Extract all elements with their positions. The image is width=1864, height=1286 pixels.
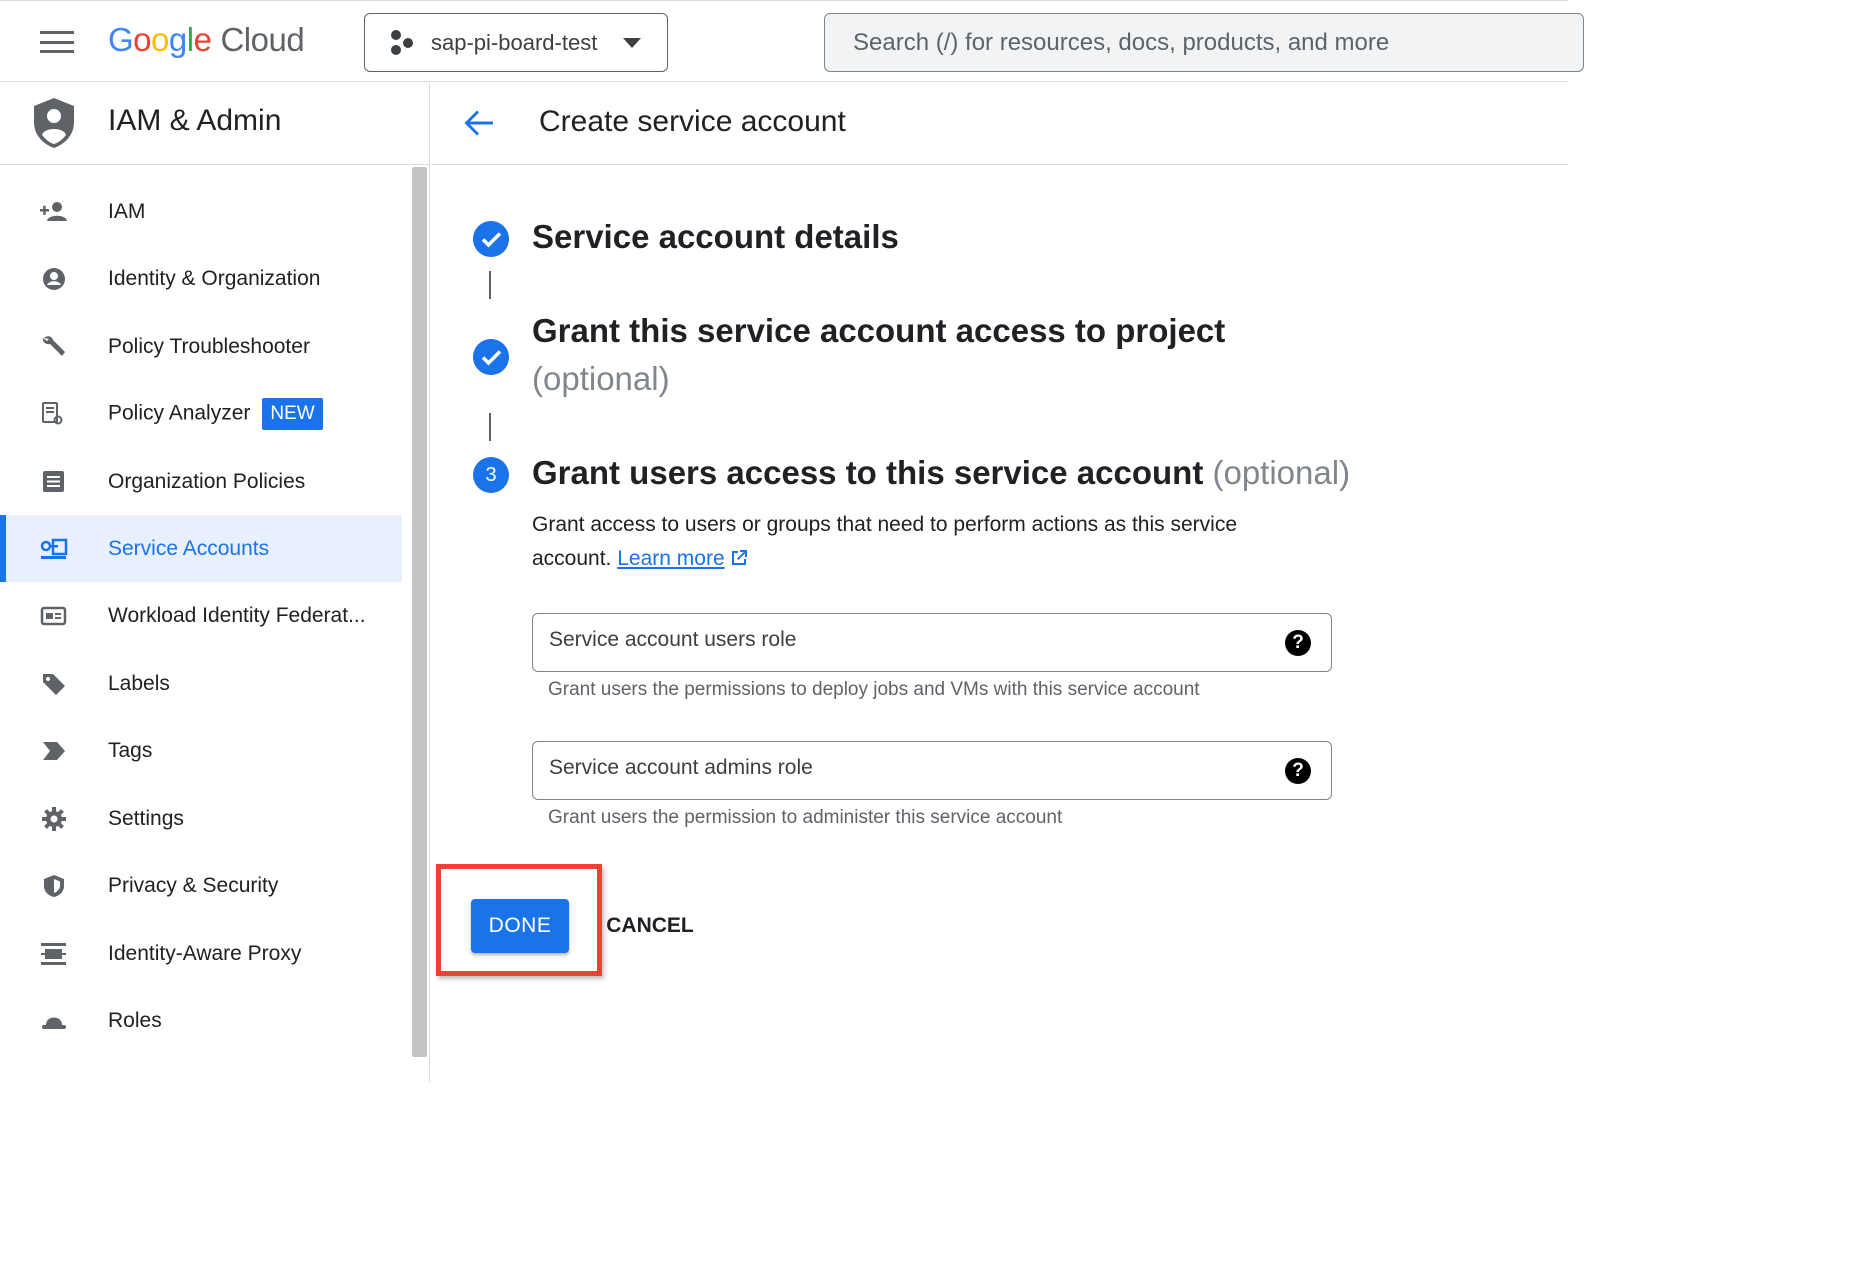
step-3-title-row: Grant users access to this service accou… — [532, 454, 1350, 492]
sidebar-item-policy-troubleshooter[interactable]: Policy Troubleshooter — [0, 313, 402, 380]
id-card-icon — [40, 606, 67, 626]
cancel-button[interactable]: CANCEL — [602, 899, 698, 953]
external-link-icon[interactable] — [729, 548, 749, 568]
hat-icon — [42, 1017, 66, 1029]
sidebar-header: IAM & Admin — [0, 83, 430, 165]
sidebar-item-privacy-security[interactable]: Privacy & Security — [0, 852, 402, 919]
learn-more-link[interactable]: Learn more — [617, 547, 724, 570]
main-menu-icon[interactable] — [40, 31, 74, 53]
main-header: Create service account — [431, 83, 1568, 165]
sidebar-scrollbar[interactable] — [412, 167, 427, 1057]
sidebar-nav: IAM Identity & Organization Policy Troub… — [0, 165, 430, 1082]
sidebar-item-tags[interactable]: Tags — [0, 717, 402, 784]
gear-icon — [42, 807, 66, 831]
step-connector — [489, 271, 491, 299]
sidebar-item-label: Policy Analyzer — [108, 401, 251, 425]
users-role-input[interactable] — [549, 628, 1269, 652]
sidebar-item-identity-organization[interactable]: Identity & Organization — [0, 245, 402, 312]
step-2-optional: (optional) — [532, 360, 670, 397]
step-3-title: Grant users access to this service accou… — [532, 454, 1204, 491]
admins-role-input[interactable] — [549, 756, 1269, 780]
wrench-icon — [42, 336, 65, 356]
sidebar-item-workload-identity-federation[interactable]: Workload Identity Federat... — [0, 582, 402, 649]
sidebar-item-roles[interactable]: Roles — [0, 987, 402, 1054]
step-complete-check-icon — [473, 339, 509, 375]
service-account-admins-role-field[interactable]: ? — [532, 741, 1332, 800]
users-role-hint: Grant users the permissions to deploy jo… — [548, 679, 1200, 700]
step-complete-check-icon — [473, 221, 509, 257]
dropdown-arrow-icon — [623, 38, 641, 48]
sidebar-item-settings[interactable]: Settings — [0, 785, 402, 852]
step-connector — [489, 413, 491, 441]
search-input[interactable] — [853, 28, 1553, 57]
step-3-optional: (optional) — [1212, 454, 1351, 491]
sidebar-item-label: Service Accounts — [108, 536, 270, 560]
help-icon[interactable]: ? — [1285, 630, 1311, 656]
project-name: sap-pi-board-test — [431, 29, 598, 55]
top-bar: Google Cloud sap-pi-board-test — [0, 0, 1584, 82]
service-account-icon — [40, 538, 68, 559]
sidebar-item-labels[interactable]: Labels — [0, 650, 402, 717]
list-document-icon — [43, 471, 64, 492]
service-account-users-role-field[interactable]: ? — [532, 613, 1332, 672]
sidebar-item-label: Organization Policies — [108, 469, 306, 493]
account-circle-icon — [43, 268, 65, 290]
sidebar-item-label: Labels — [108, 671, 170, 695]
sidebar-item-organization-policies[interactable]: Organization Policies — [0, 448, 402, 515]
sidebar-item-identity-aware-proxy[interactable]: Identity-Aware Proxy — [0, 920, 402, 987]
sidebar-item-service-accounts[interactable]: Service Accounts — [0, 515, 402, 582]
sidebar-item-label: Privacy & Security — [108, 873, 279, 897]
sidebar-item-label: Tags — [108, 738, 153, 762]
search-box[interactable] — [824, 13, 1584, 72]
step-3-description: Grant access to users or groups that nee… — [532, 508, 1322, 576]
new-badge: NEW — [262, 397, 323, 430]
sidebar-item-label: Roles — [108, 1008, 162, 1032]
sidebar-item-policy-analyzer[interactable]: Policy Analyzer NEW — [0, 380, 402, 447]
project-dots-icon — [389, 29, 415, 56]
document-search-icon — [42, 402, 63, 425]
sidebar-item-label: Identity & Organization — [108, 266, 321, 290]
admins-role-hint: Grant users the permission to administer… — [548, 807, 1063, 828]
person-add-icon — [40, 202, 67, 221]
sidebar-item-label: Settings — [108, 806, 184, 830]
step-3-number: 3 — [473, 457, 509, 493]
help-icon[interactable]: ? — [1285, 758, 1311, 784]
label-tag-icon — [43, 674, 65, 695]
step-1-title[interactable]: Service account details — [532, 218, 899, 256]
sidebar-item-label: Identity-Aware Proxy — [108, 941, 302, 965]
step-2-title[interactable]: Grant this service account access to pro… — [532, 312, 1225, 350]
sidebar-item-label: IAM — [108, 199, 146, 223]
done-button[interactable]: DONE — [471, 899, 569, 953]
sidebar-item-label: Workload Identity Federat... — [108, 603, 366, 627]
iam-shield-icon — [34, 98, 74, 148]
proxy-icon — [41, 943, 66, 965]
sidebar-item-label: Policy Troubleshooter — [108, 334, 310, 358]
sidebar-item-iam[interactable]: IAM — [0, 178, 402, 245]
sidebar-title: IAM & Admin — [108, 104, 282, 137]
shield-icon — [44, 875, 64, 897]
project-picker-button[interactable]: sap-pi-board-test — [364, 13, 668, 72]
back-arrow-icon[interactable] — [461, 105, 497, 141]
page-title: Create service account — [539, 105, 846, 138]
google-cloud-logo[interactable]: Google Cloud — [108, 21, 305, 59]
tag-arrow-icon — [43, 742, 65, 760]
